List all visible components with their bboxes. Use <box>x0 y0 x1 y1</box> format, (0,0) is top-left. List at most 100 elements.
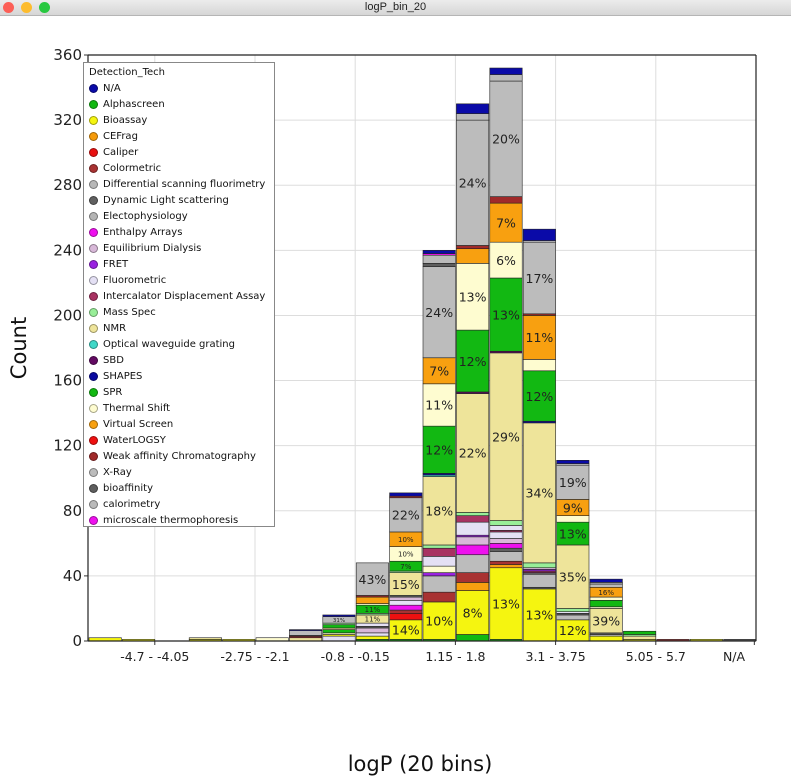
segment-percent-label: 7% <box>400 563 411 571</box>
bar-segment <box>456 113 490 121</box>
bar-segment <box>456 248 490 264</box>
y-tick-label: 0 <box>72 632 82 650</box>
bar-segment <box>355 635 389 640</box>
legend-swatch-icon <box>89 211 98 221</box>
legend-label: Weak affinity Chromatography <box>103 450 256 462</box>
bar-segment <box>556 515 590 523</box>
legend-label: Dynamic Light scattering <box>103 194 229 206</box>
legend-label: Intercalator Displacement Assay <box>103 290 266 302</box>
bar-segment <box>422 544 456 549</box>
legend-swatch-icon <box>89 227 98 237</box>
bar-segment <box>623 635 657 640</box>
x-tick-label: 1.15 - 1.8 <box>425 649 485 664</box>
bar-segment <box>556 614 590 621</box>
legend-swatch-icon <box>89 131 98 141</box>
bar-segment <box>355 627 389 634</box>
legend-label: microscale thermophoresis <box>103 514 239 526</box>
bar-segment <box>623 630 657 635</box>
legend-item: Equilibrium Dialysis <box>89 240 274 256</box>
legend-swatch-icon <box>89 403 98 413</box>
bar-segment <box>489 547 523 552</box>
legend-swatch-icon <box>89 291 98 301</box>
bar-segment <box>422 565 456 573</box>
legend-label: Caliper <box>103 146 139 158</box>
legend-swatch-icon <box>89 115 98 125</box>
segment-percent-label: 16% <box>598 589 614 597</box>
legend-item: Optical waveguide grating <box>89 336 274 352</box>
x-tick-label: 3.1 - 3.75 <box>526 649 586 664</box>
bar-segment <box>456 536 490 546</box>
bar-segment <box>422 556 456 567</box>
bar-segment <box>489 525 523 531</box>
bar-segment <box>322 635 356 642</box>
bar-segment <box>389 596 423 601</box>
legend-item: Alphascreen <box>89 96 274 112</box>
bar-segment <box>456 634 490 642</box>
legend-item: Bioassay <box>89 112 274 128</box>
segment-percent-label: 12% <box>459 354 487 369</box>
legend-swatch-icon <box>89 243 98 253</box>
bar-segment <box>389 604 423 611</box>
legend-label: X-Ray <box>103 466 132 478</box>
segment-percent-label: 22% <box>392 508 420 523</box>
segment-percent-label: 24% <box>459 176 487 191</box>
bar-segment <box>188 637 222 640</box>
legend-label: Equilibrium Dialysis <box>103 242 202 254</box>
bar-segment <box>589 578 623 583</box>
legend-item: microscale thermophoresis <box>89 512 274 528</box>
legend-label: Fluorometric <box>103 274 167 286</box>
bar-stack: 10% 18% 12% 11% 7% 24% <box>422 250 456 642</box>
legend-item: Mass Spec <box>89 304 274 320</box>
segment-percent-label: 15% <box>392 577 420 592</box>
bar-segment <box>456 572 490 583</box>
y-tick-label: 40 <box>63 567 82 585</box>
legend-item: CEFrag <box>89 128 274 144</box>
y-tick-label: 320 <box>53 111 82 129</box>
segment-percent-label: 10% <box>425 613 453 628</box>
x-tick-label: -4.7 - -4.05 <box>120 649 189 664</box>
legend-item: Differential scanning fluorimetry <box>89 176 274 192</box>
bar-segment <box>489 531 523 539</box>
bar-segment <box>456 521 490 536</box>
legend-item: Dynamic Light scattering <box>89 192 274 208</box>
legend-item: NMR <box>89 320 274 336</box>
bar-segment <box>355 632 389 637</box>
bar-segment <box>489 74 523 82</box>
legend-label: SPR <box>103 386 123 398</box>
segment-percent-label: 12% <box>526 389 554 404</box>
legend-label: Differential scanning fluorimetry <box>103 178 266 190</box>
bar-segment <box>456 582 490 591</box>
bar-segment <box>422 263 456 267</box>
segment-percent-label: 11% <box>365 606 381 614</box>
bar-segment <box>289 630 323 636</box>
x-tick-label: -0.8 - -0.15 <box>321 649 390 664</box>
legend-item: SBD <box>89 352 274 368</box>
segment-percent-label: 10% <box>398 551 414 559</box>
legend-label: bioaffinity <box>103 482 153 494</box>
bar-segment <box>589 600 623 608</box>
bar-segment <box>489 551 523 562</box>
segment-percent-label: 8% <box>463 605 483 620</box>
segment-percent-label: 31% <box>333 618 345 624</box>
bar-segment <box>389 600 423 606</box>
legend-label: NMR <box>103 322 127 334</box>
bar-segment <box>389 492 423 497</box>
legend-item: Electophysiology <box>89 208 274 224</box>
legend-label: Virtual Screen <box>103 418 174 430</box>
segment-percent-label: 11% <box>526 330 554 345</box>
y-axis-title: Count <box>7 317 31 379</box>
segment-percent-label: 43% <box>359 572 387 587</box>
legend-label: Thermal Shift <box>103 402 171 414</box>
bar-segment <box>556 608 590 613</box>
segment-percent-label: 11% <box>365 616 381 624</box>
legend-label: Optical waveguide grating <box>103 338 235 350</box>
y-tick-label: 280 <box>53 176 82 194</box>
legend-swatch-icon <box>89 163 98 173</box>
bar-segment <box>422 575 456 593</box>
segment-percent-label: 6% <box>496 253 516 268</box>
bar-segment <box>422 254 456 264</box>
bar-stack: 11% 11% 43% <box>355 562 389 642</box>
y-tick-label: 200 <box>53 306 82 324</box>
y-tick-label: 120 <box>53 437 82 455</box>
bar-stack: 12% 35% 13% 9% 19% <box>556 460 590 642</box>
